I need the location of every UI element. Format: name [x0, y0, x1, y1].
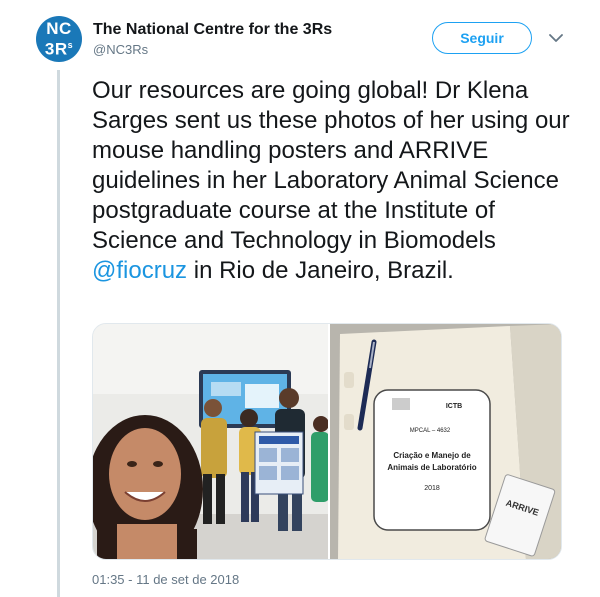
- author-handle[interactable]: @NC3Rs: [93, 42, 148, 57]
- author-name[interactable]: The National Centre for the 3Rs: [93, 21, 332, 39]
- avatar-line2-text: 3R: [44, 39, 68, 59]
- avatar[interactable]: NC 3Rs: [36, 16, 82, 62]
- classroom-illustration: [93, 324, 328, 559]
- avatar-line1: NC: [46, 18, 72, 38]
- chevron-down-icon[interactable]: [548, 30, 564, 46]
- tweet-text-before: Our resources are going global! Dr Klena…: [92, 77, 570, 254]
- course-title-2: Animais de Laboratório: [387, 463, 476, 472]
- media-grid: ICTB MPCAL – 4632 Criação e Manejo de An…: [92, 323, 562, 560]
- folder-illustration: ICTB MPCAL – 4632 Criação e Manejo de An…: [329, 324, 561, 559]
- brand-text: ICTB: [446, 403, 462, 410]
- mention-link[interactable]: @fiocruz: [92, 257, 187, 284]
- course-code-text: MPCAL – 4632: [410, 428, 451, 434]
- avatar-line2: 3Rs: [45, 37, 73, 58]
- timestamp[interactable]: 01:35 - 11 de set de 2018: [92, 572, 239, 587]
- photo-folder[interactable]: ICTB MPCAL – 4632 Criação e Manejo de An…: [329, 324, 561, 559]
- thread-line: [57, 70, 60, 597]
- follow-button[interactable]: Seguir: [432, 22, 532, 54]
- course-title-1: Criação e Manejo de: [393, 451, 471, 460]
- tweet-text-after: in Rio de Janeiro, Brazil.: [187, 257, 454, 284]
- photo-classroom[interactable]: [93, 324, 328, 559]
- avatar-sup: s: [67, 39, 74, 50]
- tweet-text: Our resources are going global! Dr Klena…: [92, 76, 572, 286]
- year-text: 2018: [424, 485, 440, 492]
